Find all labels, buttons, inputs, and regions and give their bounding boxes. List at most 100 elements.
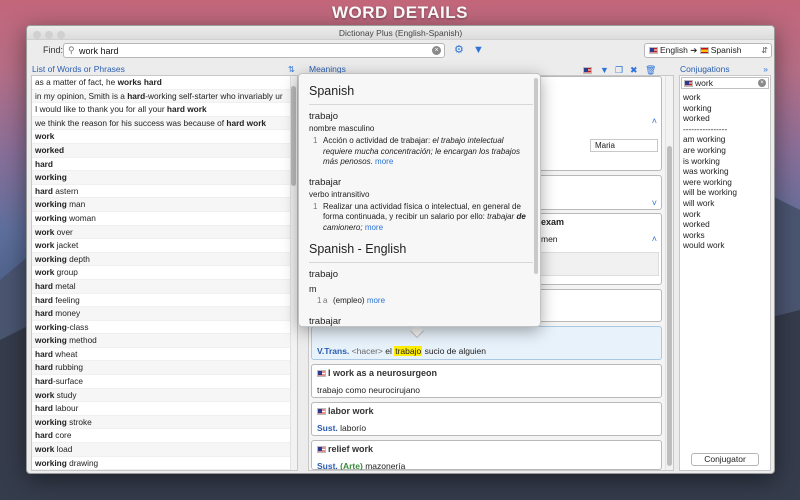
list-item-text: astern [52, 185, 79, 196]
meaning-card-3[interactable]: labor work Sust. laborío [311, 402, 662, 450]
list-item[interactable]: hard money [32, 307, 297, 321]
list-item-text: wheat [52, 348, 78, 359]
list-item[interactable]: work jacket [32, 239, 297, 253]
list-item[interactable]: hard-surface [32, 375, 297, 389]
list-item[interactable]: hard core [32, 429, 297, 444]
expand-panel-icon[interactable]: » [763, 63, 768, 75]
zoom-window-button[interactable] [57, 31, 65, 39]
conjugation-item[interactable]: will be working [683, 187, 737, 198]
list-item[interactable]: working man [32, 198, 297, 212]
list-item[interactable]: work group [32, 266, 297, 280]
list-item[interactable]: work study [32, 388, 297, 403]
meaning-card-2[interactable]: I work as a neurosurgeon trabajo como ne… [311, 364, 662, 412]
conjugation-item[interactable]: was working [683, 166, 737, 177]
more-link[interactable]: more [375, 157, 393, 166]
list-item[interactable]: work load [32, 443, 297, 457]
list-item-text: money [52, 308, 81, 319]
list-item-match: works hard [117, 77, 162, 87]
find-label: Find: [43, 45, 64, 55]
list-item[interactable]: we think the reason for his success was … [32, 116, 297, 131]
list-item[interactable]: work over [32, 225, 297, 240]
conjugation-item[interactable]: are working [683, 145, 737, 156]
collapse-icon[interactable]: ˄ [652, 234, 657, 244]
conjugation-item[interactable]: am working [683, 134, 737, 145]
conjugation-list: work working worked ---------------- am work… [683, 92, 737, 251]
more-link[interactable]: more [367, 296, 385, 305]
list-item[interactable]: hard rubbing [32, 361, 297, 376]
meaning-card-4[interactable]: relief work Sust. (Arte) mazonería [311, 440, 662, 470]
list-item[interactable]: working depth [32, 252, 297, 267]
language-selector[interactable]: English ➔ Spanish ⇵ [644, 43, 772, 58]
popover-pos: verbo intransitivo [309, 189, 370, 199]
meaning-en-label: I work as a neurosurgeon [328, 368, 438, 378]
list-item[interactable]: as a matter of fact, he works hard [32, 76, 297, 90]
list-item-match: hard [35, 294, 53, 305]
list-item[interactable]: I would like to thank you for all your h… [32, 103, 297, 117]
conjugation-item[interactable]: works [683, 230, 737, 241]
list-item[interactable]: in my opinion, Smith is a hard-working s… [32, 89, 297, 104]
list-item-match: working [35, 457, 67, 468]
clear-icon[interactable]: × [758, 79, 766, 87]
list-item[interactable]: work [32, 130, 297, 144]
conjugation-item[interactable]: worked [683, 219, 737, 230]
meanings-scroll-thumb[interactable] [667, 146, 672, 466]
clear-icon[interactable]: × [432, 46, 441, 55]
gear-icon[interactable]: ⚙ [454, 45, 464, 56]
list-item-text: group [54, 267, 78, 278]
list-item-match: hard [35, 348, 53, 359]
list-item[interactable]: hard metal [32, 279, 297, 294]
list-item[interactable]: working-class [32, 321, 297, 335]
meanings-scrollbar[interactable] [665, 76, 673, 470]
collapse-icon[interactable]: ˄ [652, 116, 657, 126]
list-item[interactable]: worked [32, 143, 297, 158]
close-window-button[interactable] [33, 31, 41, 39]
meaning-en-label: labor work [328, 406, 374, 416]
conjugation-input-value[interactable]: work [695, 78, 713, 88]
filter-icon[interactable]: ▼ [473, 45, 484, 56]
list-item-text: drawing [66, 457, 99, 468]
search-input[interactable] [79, 45, 419, 56]
conjugation-item[interactable]: worked [683, 113, 737, 124]
list-item-text: man [66, 199, 86, 210]
conjugation-input[interactable]: work × [681, 77, 769, 89]
meaning-es-text: trabajo como neurocirujano [317, 385, 420, 412]
conjugation-item[interactable]: working [683, 103, 737, 114]
conjugation-item[interactable]: is working [683, 156, 737, 167]
more-link[interactable]: more [365, 223, 383, 232]
meaning-es-text: Sust. (Arte) mazonería [317, 461, 405, 470]
minimize-window-button[interactable] [45, 31, 53, 39]
sort-icon[interactable]: ⇅ [288, 63, 295, 75]
conjugator-button[interactable]: Conjugator [691, 453, 759, 466]
list-item-match: working [35, 172, 67, 183]
highlighted-word[interactable]: trabajo [394, 346, 423, 356]
list-item[interactable]: working method [32, 334, 297, 348]
list-scrollbar[interactable] [290, 76, 297, 470]
conjugation-item[interactable]: would work [683, 240, 737, 251]
list-item[interactable]: hard wheat [32, 348, 297, 362]
list-item[interactable]: working woman [32, 212, 297, 226]
conjugation-item[interactable]: work [683, 209, 737, 220]
expand-icon[interactable]: ˅ [652, 198, 657, 208]
list-item[interactable]: hard labour [32, 402, 297, 416]
list-item-text: as a matter of fact, he [35, 77, 118, 87]
search-field[interactable]: ⚲ × [63, 43, 445, 58]
flag-us-icon[interactable] [583, 67, 592, 74]
list-item[interactable]: hard astern [32, 185, 297, 199]
list-item-text: study [54, 389, 77, 400]
list-item-text: we think the reason for his success was … [35, 117, 227, 128]
list-item-text: over [54, 226, 73, 237]
popover-scrollbar[interactable] [534, 78, 538, 274]
conjugation-item[interactable]: ---------------- [683, 124, 737, 135]
flag-us-icon [317, 408, 326, 415]
list-scroll-thumb[interactable] [291, 86, 296, 186]
conjugation-item[interactable]: were working [683, 177, 737, 188]
list-item[interactable]: working drawing [32, 457, 297, 470]
list-item[interactable]: hard feeling [32, 294, 297, 308]
meaning-card-1[interactable]: V.Trans. <hacer> el trabajo sucio de alg… [311, 326, 662, 373]
list-item[interactable]: working stroke [32, 415, 297, 430]
conjugation-item[interactable]: work [683, 92, 737, 103]
name-field[interactable]: Maria [590, 139, 658, 152]
conjugation-item[interactable]: will work [683, 198, 737, 209]
list-item[interactable]: working [32, 171, 297, 185]
list-item[interactable]: hard [32, 158, 297, 172]
